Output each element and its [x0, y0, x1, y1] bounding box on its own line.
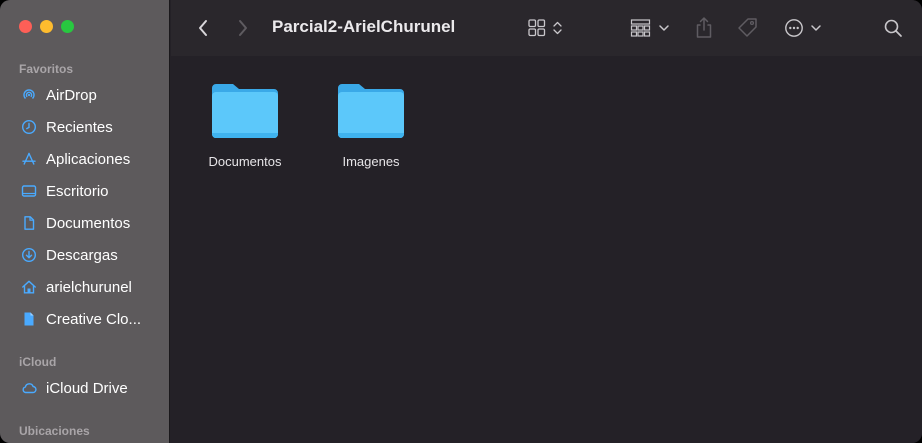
airdrop-icon: [19, 85, 39, 105]
section-title-ubicaciones: Ubicaciones: [19, 424, 90, 438]
share-icon: [696, 17, 712, 38]
sidebar-item-label: Escritorio: [46, 182, 109, 200]
section-title-favoritos: Favoritos: [19, 62, 74, 76]
toolbar: Parcial2-ArielChurunel: [171, 0, 922, 56]
sidebar-item-creative-cloud[interactable]: Creative Clo...: [13, 306, 163, 332]
sidebar-item-descargas[interactable]: Descargas: [13, 242, 163, 268]
icon-view-icon: [528, 19, 562, 37]
sidebar-item-recientes[interactable]: Recientes: [13, 114, 163, 140]
window-title: Parcial2-ArielChurunel: [272, 17, 456, 36]
sidebar-item-escritorio[interactable]: Escritorio: [13, 178, 163, 204]
sidebar-item-label: iCloud Drive: [46, 379, 128, 397]
sidebar-item-label: Descargas: [46, 246, 118, 264]
sidebar-item-documentos[interactable]: Documentos: [13, 210, 163, 236]
clock-icon: [19, 117, 39, 137]
minimize-button[interactable]: [40, 20, 53, 33]
section-title-icloud: iCloud: [19, 355, 57, 369]
sidebar-item-arielchurunel[interactable]: arielchurunel: [13, 274, 163, 300]
chevron-left-icon: [199, 20, 207, 36]
view-mode-button[interactable]: [527, 16, 567, 40]
window-controls: [19, 20, 74, 33]
sidebar-item-airdrop[interactable]: AirDrop: [13, 82, 163, 108]
file-icon: [19, 309, 39, 329]
folder-icon: [212, 84, 278, 138]
sidebar-item-aplicaciones[interactable]: Aplicaciones: [13, 146, 163, 172]
sidebar-item-label: Creative Clo...: [46, 310, 142, 328]
back-button[interactable]: [191, 16, 215, 40]
more-actions-button[interactable]: [784, 16, 826, 40]
sidebar-item-label: Documentos: [46, 214, 131, 232]
sidebar-item-label: Aplicaciones: [46, 150, 131, 168]
sidebar: Favoritos AirDrop Recientes Aplicaciones…: [0, 0, 170, 443]
sidebar-item-label: Recientes: [46, 118, 113, 136]
download-icon: [19, 245, 39, 265]
ellipsis-circle-icon: [785, 19, 821, 37]
folder-item[interactable]: Imagenes: [316, 80, 426, 169]
tag-icon: [738, 18, 757, 37]
cloud-icon: [19, 378, 39, 398]
sidebar-item-icloud-drive[interactable]: iCloud Drive: [13, 375, 163, 401]
home-icon: [19, 277, 39, 297]
group-button[interactable]: [630, 16, 672, 40]
folder-icon: [338, 84, 404, 138]
search-icon: [884, 19, 902, 37]
search-button[interactable]: [881, 16, 905, 40]
forward-button[interactable]: [231, 16, 255, 40]
folder-item[interactable]: Documentos: [190, 80, 300, 169]
folder-label: Documentos: [208, 154, 282, 169]
sidebar-item-label: AirDrop: [46, 86, 97, 104]
sidebar-item-label: arielchurunel: [46, 278, 132, 296]
zoom-button[interactable]: [61, 20, 74, 33]
desktop-icon: [19, 181, 39, 201]
group-icon: [630, 19, 669, 37]
chevron-right-icon: [239, 20, 247, 36]
share-button[interactable]: [693, 16, 715, 40]
file-browser: Documentos Imagenes: [171, 56, 922, 443]
applications-icon: [19, 149, 39, 169]
finder-window: Favoritos AirDrop Recientes Aplicaciones…: [0, 0, 922, 443]
folder-label: Imagenes: [342, 154, 400, 169]
document-icon: [19, 213, 39, 233]
close-button[interactable]: [19, 20, 32, 33]
tag-button[interactable]: [735, 16, 761, 40]
